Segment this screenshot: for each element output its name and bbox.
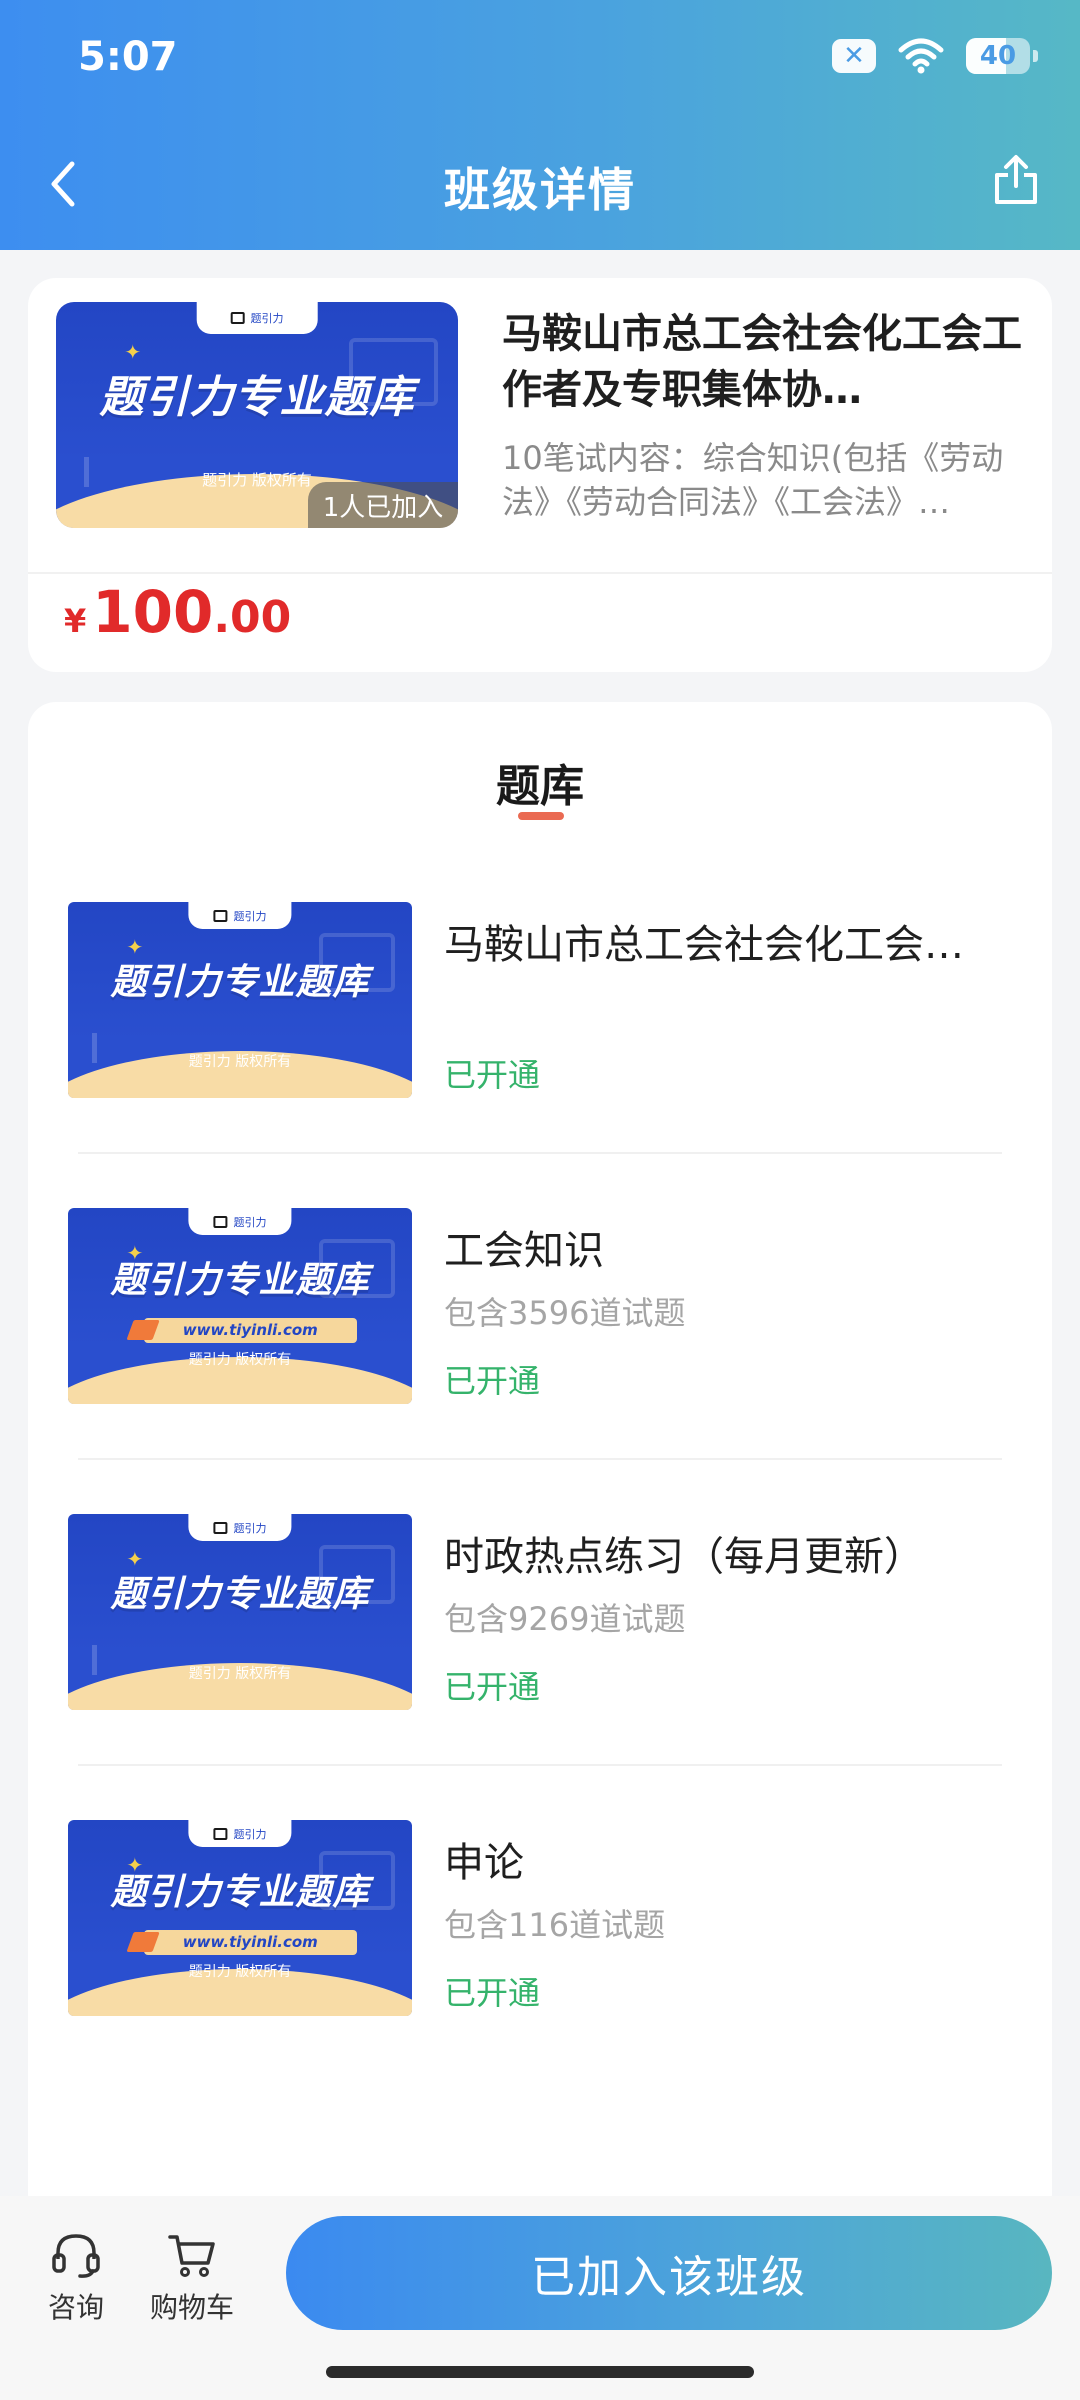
price-symbol: ¥	[64, 602, 87, 640]
bank-name: 时政热点练习（每月更新）	[444, 1534, 924, 1580]
header: 5:07 ✕ 40 班级详情	[0, 0, 1080, 250]
home-indicator[interactable]	[326, 2366, 754, 2378]
bank-question-count: 包含3596道试题	[444, 1294, 686, 1332]
banner-copyright: 题引力 版权所有	[188, 1665, 292, 1682]
battery-icon: 40	[966, 38, 1038, 74]
battery-level: 40	[979, 41, 1017, 71]
bank-status: 已开通	[444, 1056, 541, 1094]
consult-label: 咨询	[47, 2291, 104, 2324]
brand-pill: 题引力	[188, 1514, 292, 1542]
section-tab-indicator	[518, 812, 564, 820]
question-bank-item[interactable]: 题引力 ✦ 题引力专业题库 www.tiyinli.com 题引力 版权所有 工…	[28, 1208, 1052, 1514]
brand-logo-icon	[213, 909, 228, 922]
notification-x-icon: ✕	[832, 39, 876, 73]
brand-name: 题引力	[233, 1215, 267, 1229]
bank-name: 马鞍山市总工会社会化工会…	[444, 922, 964, 968]
bank-name: 工会知识	[444, 1228, 604, 1274]
brand-name: 题引力	[233, 909, 267, 923]
brand-logo-icon	[230, 311, 245, 324]
banner-copyright: 题引力 版权所有	[188, 1053, 292, 1070]
bank-name: 申论	[444, 1840, 524, 1886]
banner-title: 题引力专业题库	[110, 1573, 370, 1615]
price-integer: 100	[92, 578, 214, 646]
brand-name: 题引力	[250, 311, 284, 325]
bank-banner-image: 题引力 ✦ 题引力专业题库 www.tiyinli.com 题引力 版权所有	[68, 1820, 412, 2016]
bank-status: 已开通	[444, 1668, 541, 1706]
share-button[interactable]	[988, 150, 1044, 210]
class-banner-image: 题引力 ✦ 题引力专业题库 题引力 版权所有 1人已加入	[56, 302, 458, 528]
divider	[28, 572, 1052, 574]
banner-url: www.tiyinli.com	[143, 1929, 357, 1956]
brand-pill: 题引力	[196, 302, 318, 334]
banner-url: www.tiyinli.com	[143, 1317, 357, 1344]
brand-logo-icon	[213, 1215, 228, 1228]
banner-title: 题引力专业题库	[110, 1260, 370, 1302]
joined-class-button[interactable]: 已加入该班级	[286, 2216, 1052, 2330]
class-info-card: 题引力 ✦ 题引力专业题库 题引力 版权所有 1人已加入 马鞍山市总工会社会化工…	[28, 278, 1052, 672]
share-icon	[995, 155, 1037, 204]
bank-status: 已开通	[444, 1362, 541, 1400]
wifi-icon	[898, 38, 944, 74]
brand-logo-icon	[213, 1521, 228, 1534]
brand-pill: 题引力	[188, 902, 292, 930]
divider	[78, 1458, 1002, 1460]
class-description: 10笔试内容：综合知识(包括《劳动法》《劳动合同法》《工会法》…	[502, 439, 1004, 521]
bank-status: 已开通	[444, 1974, 541, 2012]
bank-banner-image: 题引力 ✦ 题引力专业题库 题引力 版权所有	[68, 902, 412, 1098]
banner-copyright: 题引力 版权所有	[188, 1964, 292, 1981]
question-bank-item[interactable]: 题引力 ✦ 题引力专业题库 题引力 版权所有 马鞍山市总工会社会化工会… 已开通	[28, 902, 1052, 1208]
brand-name: 题引力	[233, 1521, 267, 1535]
divider	[78, 1764, 1002, 1766]
question-bank-card: 题库 题引力 ✦ 题引力专业题库 题引力 版权所有 马鞍山市总工会社会化工会… …	[28, 702, 1052, 2222]
brand-name: 题引力	[233, 1827, 267, 1841]
banner-title: 题引力专业题库	[99, 371, 415, 423]
bank-banner-image: 题引力 ✦ 题引力专业题库 www.tiyinli.com 题引力 版权所有	[68, 1208, 412, 1404]
cart-button[interactable]: 购物车	[142, 2230, 242, 2326]
banner-title: 题引力专业题库	[110, 961, 370, 1003]
cart-label: 购物车	[149, 2291, 234, 2324]
banner-copyright: 题引力 版权所有	[188, 1352, 292, 1369]
bank-question-count: 包含9269道试题	[444, 1600, 686, 1638]
question-bank-item[interactable]: 题引力 ✦ 题引力专业题库 题引力 版权所有 时政热点练习（每月更新） 包含92…	[28, 1514, 1052, 1820]
status-icons: ✕ 40	[832, 38, 1038, 74]
brand-pill: 题引力	[188, 1208, 292, 1236]
brand-logo-icon	[213, 1827, 228, 1840]
page-title: 班级详情	[444, 163, 636, 217]
brand-pill: 题引力	[188, 1820, 292, 1848]
divider	[78, 1152, 1002, 1154]
class-price: ¥ 100 .00	[64, 578, 291, 646]
banner-copyright: 题引力 版权所有	[202, 471, 312, 490]
bottom-action-bar: 咨询 购物车 已加入该班级	[0, 2196, 1080, 2400]
class-title: 马鞍山市总工会社会化工会工作者及专职集体协…	[502, 311, 1022, 413]
headset-icon	[48, 2230, 104, 2280]
price-decimal: .00	[213, 592, 292, 643]
banner-title: 题引力专业题库	[110, 1872, 370, 1914]
bank-question-count: 包含116道试题	[444, 1906, 666, 1944]
question-bank-item[interactable]: 题引力 ✦ 题引力专业题库 www.tiyinli.com 题引力 版权所有 申…	[28, 1820, 1052, 2126]
cart-icon	[164, 2230, 220, 2280]
consult-button[interactable]: 咨询	[26, 2230, 126, 2326]
bank-banner-image: 题引力 ✦ 题引力专业题库 题引力 版权所有	[68, 1514, 412, 1710]
section-title[interactable]: 题库	[28, 750, 1052, 814]
status-time: 5:07	[78, 34, 178, 80]
